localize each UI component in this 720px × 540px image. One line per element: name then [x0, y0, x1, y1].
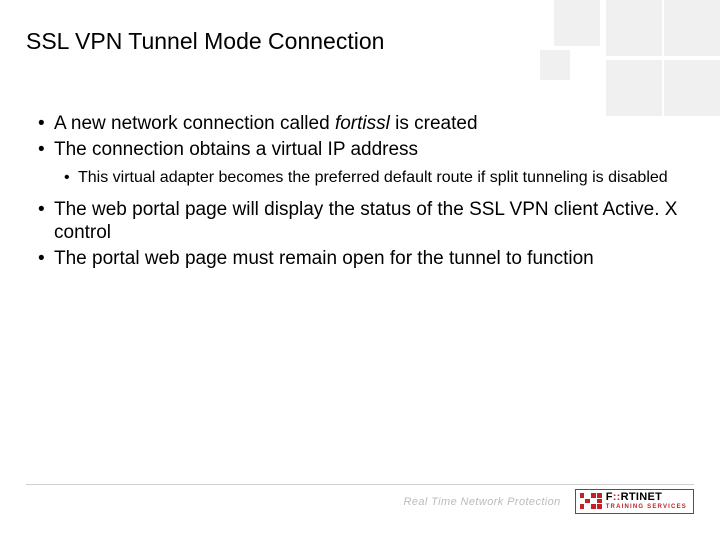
logo-accent-glyph: ::	[613, 491, 621, 503]
bullet-dot: •	[38, 138, 54, 162]
bullet-text: A new network connection called fortissl…	[54, 112, 680, 136]
decor-square	[664, 0, 720, 56]
text-span: A new network connection called	[54, 113, 335, 134]
bullet-level1: • The connection obtains a virtual IP ad…	[38, 138, 680, 162]
text-span: F	[606, 491, 613, 503]
logo-wordmark: F::RTINET	[606, 492, 687, 503]
bullet-text: The web portal page will display the sta…	[54, 198, 680, 246]
bullet-level2: • This virtual adapter becomes the prefe…	[64, 168, 680, 188]
bullet-text: This virtual adapter becomes the preferr…	[78, 168, 680, 188]
bullet-text: The portal web page must remain open for…	[54, 247, 680, 271]
decor-square	[606, 60, 662, 116]
text-span: RTINET	[621, 491, 663, 503]
bullet-dot: •	[38, 198, 54, 246]
fortinet-logo: F::RTINET TRAINING SERVICES	[575, 489, 694, 514]
logo-text: F::RTINET TRAINING SERVICES	[606, 492, 687, 510]
bullet-level1: • The web portal page will display the s…	[38, 198, 680, 246]
footer-tagline: Real Time Network Protection	[403, 496, 560, 508]
decor-square	[554, 0, 600, 46]
text-italic: fortissl	[335, 113, 390, 134]
decor-square	[540, 50, 570, 80]
footer: Real Time Network Protection F::RTINET T…	[26, 484, 694, 514]
decor-squares	[520, 0, 720, 120]
page-title: SSL VPN Tunnel Mode Connection	[26, 28, 384, 55]
bullet-level1: • A new network connection called fortis…	[38, 112, 680, 136]
bullet-text: The connection obtains a virtual IP addr…	[54, 138, 680, 162]
text-span: is created	[390, 113, 478, 134]
decor-square	[606, 0, 662, 56]
bullet-dot: •	[38, 247, 54, 271]
logo-mark-icon	[580, 493, 602, 509]
decor-square	[664, 60, 720, 116]
bullet-dot: •	[38, 112, 54, 136]
content-body: • A new network connection called fortis…	[38, 110, 680, 271]
bullet-dot: •	[64, 168, 78, 188]
logo-subtext: TRAINING SERVICES	[606, 504, 687, 510]
bullet-level1: • The portal web page must remain open f…	[38, 247, 680, 271]
